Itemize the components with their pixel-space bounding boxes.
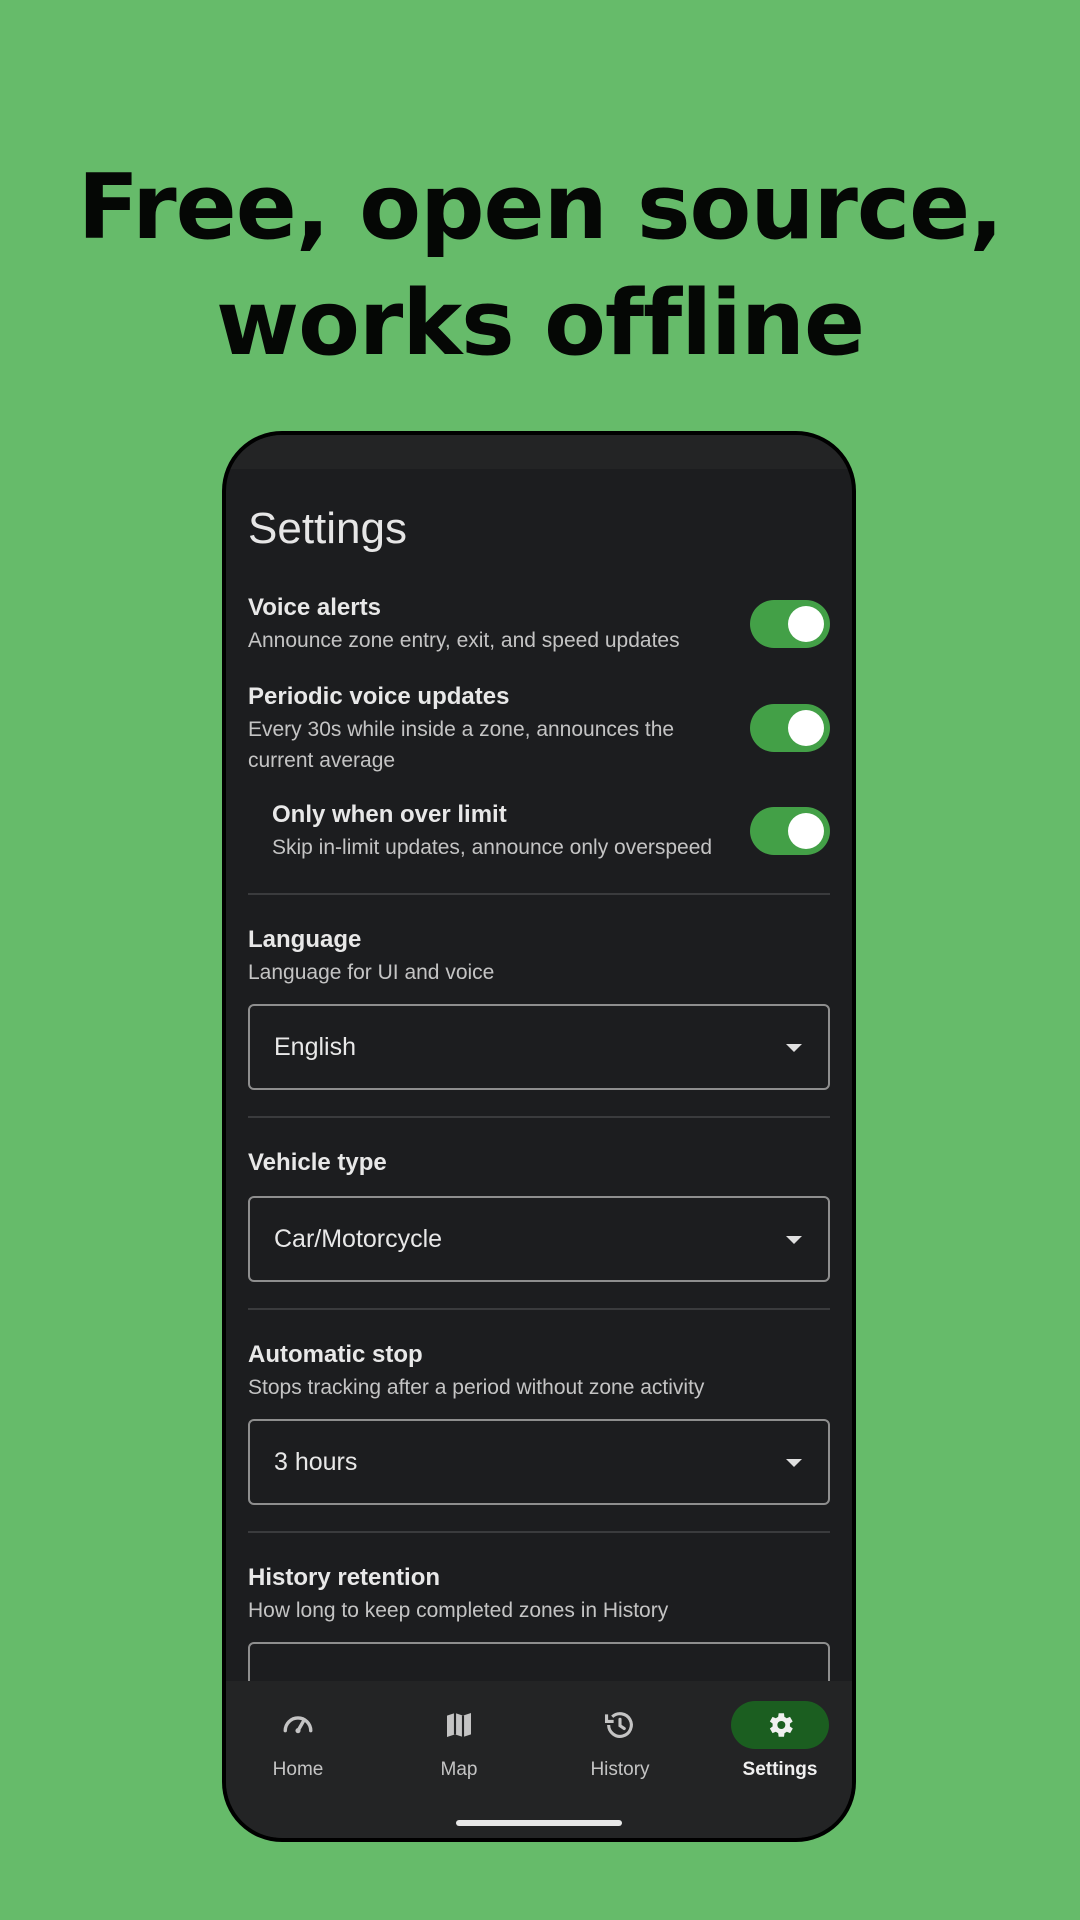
over-limit-toggle[interactable] [750, 806, 830, 855]
vehicle-type-value: Car/Motorcycle [274, 1224, 443, 1253]
gear-icon [731, 1701, 829, 1749]
page-title: Settings [248, 504, 407, 553]
periodic-updates-row[interactable]: Periodic voice updates Every 30s while i… [248, 680, 830, 776]
status-bar [226, 435, 852, 469]
home-indicator[interactable] [456, 1820, 622, 1826]
history-retention-title: History retention [248, 1564, 441, 1591]
nav-home-label: Home [272, 1759, 324, 1780]
toggle-knob [788, 605, 824, 642]
nav-settings-label: Settings [742, 1759, 818, 1780]
history-retention-subtitle: How long to keep completed zones in Hist… [248, 1599, 669, 1622]
periodic-updates-subtitle: Every 30s while inside a zone, announces… [248, 718, 675, 772]
periodic-updates-toggle[interactable] [750, 704, 830, 752]
toggle-knob [788, 812, 824, 849]
language-value: English [274, 1032, 356, 1061]
voice-alerts-toggle[interactable] [750, 599, 830, 648]
divider [248, 1116, 830, 1118]
headline: Free, open source, works offline [0, 150, 1080, 382]
headline-line-1: Free, open source, [77, 155, 1004, 260]
phone-screen: Settings Voice alerts Announce zone entr… [226, 435, 852, 1838]
periodic-updates-title: Periodic voice updates [248, 683, 510, 710]
language-subtitle: Language for UI and voice [248, 961, 495, 984]
auto-stop-subtitle: Stops tracking after a period without zo… [248, 1376, 705, 1399]
headline-line-2: works offline [215, 271, 865, 376]
vehicle-type-title: Vehicle type [248, 1149, 387, 1176]
voice-alerts-title: Voice alerts [248, 594, 381, 621]
divider [248, 1308, 830, 1310]
speedometer-icon [249, 1701, 347, 1749]
voice-alerts-subtitle: Announce zone entry, exit, and speed upd… [248, 629, 680, 652]
nav-home[interactable]: Home [238, 1701, 358, 1781]
settings-content[interactable]: Settings Voice alerts Announce zone entr… [226, 469, 852, 1715]
dropdown-arrow-icon [786, 1459, 802, 1467]
language-title: Language [248, 926, 362, 953]
voice-alerts-row[interactable]: Voice alerts Announce zone entry, exit, … [248, 591, 830, 656]
history-icon [571, 1701, 669, 1749]
language-dropdown[interactable]: English [248, 1004, 830, 1090]
vehicle-type-dropdown[interactable]: Car/Motorcycle [248, 1196, 830, 1282]
bottom-navigation: Home Map History Settings [226, 1681, 852, 1838]
nav-map-label: Map [440, 1759, 478, 1780]
nav-history-label: History [590, 1759, 650, 1780]
dropdown-arrow-icon [786, 1044, 802, 1052]
over-limit-row[interactable]: Only when over limit Skip in-limit updat… [248, 798, 830, 863]
divider [248, 893, 830, 895]
nav-map[interactable]: Map [399, 1701, 519, 1781]
nav-history[interactable]: History [560, 1701, 680, 1781]
auto-stop-dropdown[interactable]: 3 hours [248, 1419, 830, 1505]
phone-frame: Settings Voice alerts Announce zone entr… [222, 431, 856, 1842]
map-icon [410, 1701, 508, 1749]
over-limit-title: Only when over limit [272, 801, 507, 828]
divider [248, 1531, 830, 1533]
auto-stop-value: 3 hours [274, 1447, 358, 1476]
auto-stop-title: Automatic stop [248, 1341, 423, 1368]
toggle-knob [788, 710, 824, 746]
dropdown-arrow-icon [786, 1236, 802, 1244]
nav-settings[interactable]: Settings [720, 1701, 840, 1781]
over-limit-subtitle: Skip in-limit updates, announce only ove… [272, 836, 713, 859]
